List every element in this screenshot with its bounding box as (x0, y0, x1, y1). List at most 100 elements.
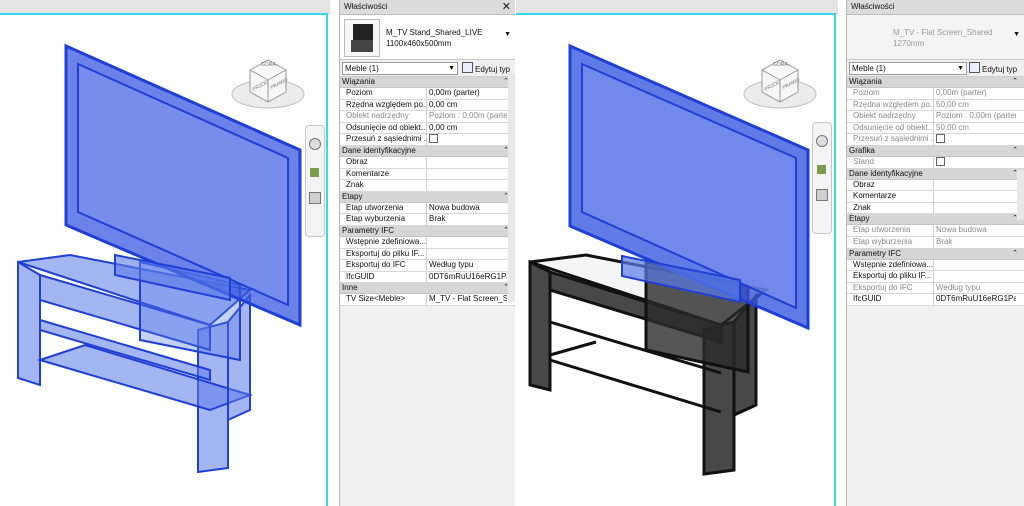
close-icon[interactable]: ✕ (502, 0, 511, 14)
chevron-down-icon[interactable]: ▼ (957, 63, 964, 74)
property-name: Wstępnie zdefiniowa... (340, 236, 427, 248)
property-value[interactable]: Według typu (427, 260, 507, 271)
property-row: Wstępnie zdefiniowa... (340, 236, 515, 249)
property-value[interactable]: 0DT6mRuU16eRG1Pa8... (934, 294, 1016, 305)
navigation-bar[interactable] (305, 125, 325, 237)
instance-filter-row: Meble (1) ▼ Edytuj typ (340, 60, 515, 77)
property-row: Odsunięcie od obiekt... 0,00 cm (340, 122, 515, 135)
property-row: Poziom 0,00m (parter) (847, 88, 1024, 100)
navigation-bar[interactable] (812, 122, 832, 234)
property-name: Poziom (847, 88, 934, 99)
property-row: Wstępnie zdefiniowa... (847, 259, 1024, 272)
property-row: Etap utworzenia Nowa budowa (340, 202, 515, 215)
category-select[interactable]: Meble (1) ▼ (342, 62, 458, 75)
property-group-header[interactable]: Inne ⌃ (340, 283, 515, 295)
property-row: Rzędna względem po... 0,00 cm (340, 99, 515, 112)
property-name: Komentarze (340, 168, 427, 180)
property-value: Nowa budowa (936, 225, 987, 235)
property-name: Obiekt nadrzędny (847, 111, 934, 122)
property-value[interactable] (427, 134, 507, 146)
panel-scrollbar[interactable] (508, 74, 515, 302)
property-row: Znak (847, 202, 1024, 215)
property-value[interactable]: Nowa budowa (427, 203, 507, 214)
steering-wheel-icon[interactable] (309, 138, 321, 150)
property-value[interactable]: Brak (427, 214, 507, 225)
property-group-header[interactable]: Wiązania ⌃ (847, 77, 1024, 88)
property-group-name: Wiązania (849, 77, 882, 86)
property-group-name: Dane identyfikacyjne (342, 145, 416, 155)
property-row: IfcGUID0DT6mRuU16eRG1Pa8... (847, 294, 1024, 306)
type-selector[interactable]: M_TV Stand_Shared_LIVE 1100x460x500mm ▼ (340, 15, 515, 60)
property-name: Obraz (847, 179, 934, 191)
property-name: Obiekt nadrzędny (340, 111, 427, 122)
type-size: 1100x460x500mm (386, 39, 452, 48)
property-row: Eksportuj do IFC Według typu (847, 282, 1024, 295)
property-value[interactable]: 0DT6mRuU16eRG1Pa8... (427, 272, 507, 283)
collapse-chevron-icon[interactable]: ⌃ (1012, 77, 1018, 87)
chevron-down-icon[interactable]: ▼ (1013, 31, 1020, 38)
panel-scrollbar[interactable] (1017, 170, 1024, 220)
property-name: Eksportuj do IFC (340, 260, 427, 271)
property-name: IfcGUID (340, 271, 427, 283)
viewcube-face-top[interactable]: GÓRA (773, 62, 788, 68)
type-selector[interactable]: M_TV - Flat Screen_Shared 1270mm ▼ (847, 15, 1024, 60)
property-name: Obraz (340, 156, 427, 168)
property-group-header[interactable]: Parametry IFC ⌃ (340, 225, 515, 237)
property-name: Odsunięcie od obiekt... (847, 122, 934, 134)
property-name: Eksportuj do pliku IF... (340, 248, 427, 260)
zoom-icon[interactable] (817, 165, 826, 174)
collapse-chevron-icon[interactable]: ⌃ (1012, 249, 1018, 259)
panel-header: Właściwości ✕ (340, 0, 515, 15)
property-group-header[interactable]: Etapy ⌃ (847, 214, 1024, 226)
left-viewport[interactable]: GÓRA PRZÓD PRAWO (0, 0, 330, 506)
property-name: Etap utworzenia (847, 225, 934, 236)
chevron-down-icon[interactable]: ▼ (504, 31, 511, 38)
property-group-header[interactable]: Wiązania ⌃ (340, 77, 515, 88)
property-row: Etap wyburzenia Brak (847, 236, 1024, 249)
steering-wheel-icon[interactable] (816, 135, 828, 147)
property-value: 0,00m (parter) (936, 88, 987, 97)
property-value: Brak (936, 236, 953, 246)
property-group-header[interactable]: Grafika ⌃ (847, 145, 1024, 157)
property-name: Poziom (340, 88, 427, 99)
property-name: Rzędna względem po... (847, 99, 934, 111)
collapse-chevron-icon[interactable]: ⌃ (1012, 146, 1018, 156)
property-name: TV Size<Meble> (340, 294, 427, 305)
property-value[interactable]: M_TV - Flat Screen_Sh... (427, 294, 507, 305)
orbit-icon[interactable] (309, 192, 321, 204)
zoom-icon[interactable] (310, 168, 319, 177)
category-select[interactable]: Meble (1) ▼ (849, 62, 967, 75)
property-row: Rzędna względem po... 50,00 cm (847, 99, 1024, 112)
orbit-icon[interactable] (816, 189, 828, 201)
category-select-value: Meble (1) (852, 64, 886, 73)
property-group-name: Wiązania (342, 77, 375, 86)
property-group-name: Dane identyfikacyjne (849, 168, 923, 178)
property-value: 50,00 cm (936, 122, 969, 132)
viewcube[interactable]: GÓRA PRZÓD PRAWO (228, 52, 308, 112)
property-group-header[interactable]: Etapy ⌃ (340, 191, 515, 203)
property-name: Etap utworzenia (340, 202, 427, 214)
property-value[interactable]: 0,00 cm (427, 100, 507, 111)
property-value[interactable]: 0,00 cm (427, 123, 507, 134)
viewcube-face-top[interactable]: GÓRA (261, 62, 276, 68)
property-name: Eksportuj do pliku IF... (847, 271, 934, 282)
edit-type-label: Edytuj typ (475, 65, 511, 74)
property-group-header[interactable]: Dane identyfikacyjne ⌃ (340, 145, 515, 157)
checkbox[interactable] (429, 134, 438, 144)
property-name: Znak (340, 180, 427, 191)
property-row: Przesuń z sąsiednimi ... (847, 134, 1024, 146)
type-name: M_TV - Flat Screen_Shared (893, 28, 993, 37)
edit-type-button[interactable]: Edytuj typ (462, 62, 510, 75)
property-name: Rzędna względem po... (340, 99, 427, 111)
edit-type-label: Edytuj typ (982, 65, 1018, 74)
property-group-header[interactable]: Dane identyfikacyjne ⌃ (847, 168, 1024, 180)
property-group-name: Etapy (342, 191, 363, 201)
property-group-name: Parametry IFC (342, 225, 395, 235)
viewcube[interactable]: GÓRA PRZÓD PRAWO (740, 52, 820, 112)
property-value[interactable]: 0,00m (parter) (427, 88, 507, 99)
property-name: Przesuń z sąsiednimi ... (847, 134, 934, 145)
edit-type-button[interactable]: Edytuj typ (969, 62, 1017, 75)
property-group-header[interactable]: Parametry IFC ⌃ (847, 248, 1024, 260)
chevron-down-icon[interactable]: ▼ (448, 63, 455, 74)
right-viewport[interactable]: GÓRA PRZÓD PRAWO (516, 0, 838, 506)
